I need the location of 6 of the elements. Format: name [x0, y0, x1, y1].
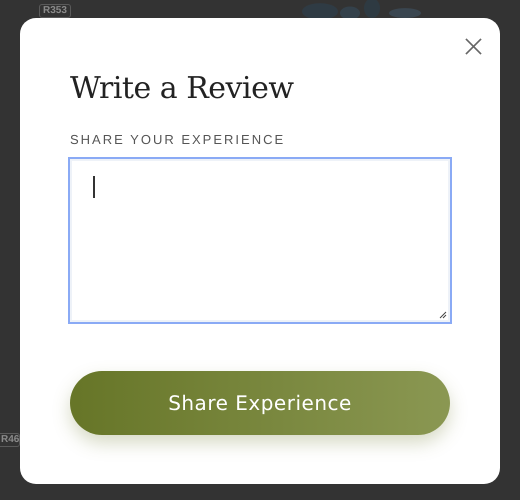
share-experience-button[interactable]: Share Experience: [70, 371, 450, 435]
field-label: SHARE YOUR EXPERIENCE: [70, 132, 286, 148]
text-cursor: [93, 176, 95, 198]
close-icon[interactable]: [465, 38, 482, 55]
resize-grip-icon[interactable]: [439, 311, 447, 319]
dialog-title: Write a Review: [70, 70, 295, 108]
